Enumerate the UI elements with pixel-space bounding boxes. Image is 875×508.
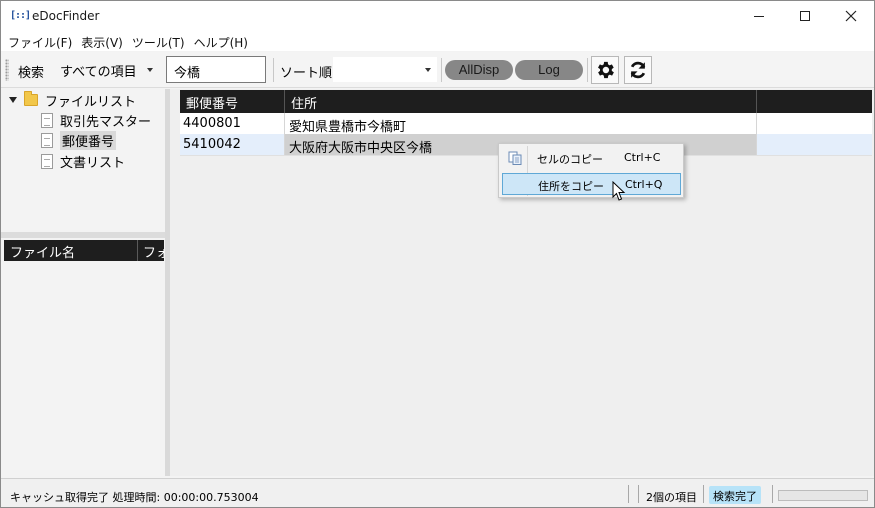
grid-header: 郵便番号 住所 (180, 90, 872, 113)
menu-item-label: セルのコピー (537, 153, 603, 166)
gear-icon (598, 61, 614, 79)
search-scope-value: すべての項目 (60, 65, 137, 80)
search-label: 検索 (18, 66, 45, 81)
cell-postal-code[interactable]: 4400801 (180, 113, 285, 134)
column-header-folder[interactable]: フォルダ (143, 242, 164, 261)
status-badge: 検索完了 (709, 486, 761, 504)
refresh-button[interactable] (624, 56, 652, 84)
menu-tools[interactable]: ツール(T) (129, 31, 189, 51)
table-row[interactable]: 4400801 愛知県豊橋市今橋町 (180, 113, 872, 135)
files-header: ファイル名 フォルダ (4, 240, 164, 261)
minimize-icon (754, 15, 764, 17)
tree-item-document-list[interactable]: 文書リスト (41, 151, 125, 171)
document-icon (41, 132, 53, 148)
progress-bar (778, 490, 868, 501)
sort-order-dropdown[interactable] (333, 57, 437, 82)
toolbar-divider (441, 58, 442, 82)
title-bar: [::] eDocFinder (1, 1, 874, 31)
menu-file[interactable]: ファイル(F) (5, 31, 76, 51)
status-divider (772, 485, 773, 503)
cell-address[interactable]: 愛知県豊橋市今橋町 (285, 113, 757, 135)
copy-icon (508, 151, 522, 165)
search-input[interactable] (166, 56, 266, 83)
sort-label: ソート順 (280, 66, 333, 81)
column-header-address[interactable]: 住所 (285, 90, 757, 113)
window-title: eDocFinder (32, 9, 100, 23)
context-menu: セルのコピー Ctrl+C 住所をコピー Ctrl+Q (498, 143, 684, 198)
status-bar: キャッシュ取得完了 処理時間: 00:00:00.753004 2個の項目 検索… (1, 478, 874, 507)
tree-item-postal-code[interactable]: 郵便番号 (41, 130, 117, 150)
mouse-pointer-icon (612, 181, 626, 201)
app-logo-icon: [::] (10, 10, 31, 21)
close-icon (845, 10, 857, 22)
file-list-tree: ファイルリスト 取引先マスター 郵便番号 文書リスト (1, 89, 165, 232)
document-icon (41, 153, 53, 169)
folder-icon (24, 91, 38, 106)
toolbar-divider (273, 58, 274, 82)
menu-help[interactable]: ヘルプ(H) (191, 31, 252, 51)
tree-root-file-list[interactable]: ファイルリスト (9, 90, 136, 110)
cell-postal-code[interactable]: 5410042 (180, 134, 285, 155)
tree-item-label: 取引先マスター (60, 114, 152, 130)
expand-toggle-icon[interactable] (9, 97, 17, 103)
tree-item-label: 文書リスト (60, 155, 126, 171)
menu-item-shortcut: Ctrl+Q (625, 178, 663, 191)
column-divider[interactable] (137, 240, 138, 261)
minimize-button[interactable] (736, 1, 782, 31)
status-message: キャッシュ取得完了 処理時間: 00:00:00.753004 (10, 491, 259, 504)
files-list: ファイル名 フォルダ (1, 238, 165, 476)
menu-view[interactable]: 表示(V) (78, 31, 127, 51)
chevron-down-icon (147, 68, 153, 72)
toolbar-divider (587, 58, 588, 82)
column-header-filename[interactable]: ファイル名 (10, 242, 75, 261)
maximize-button[interactable] (782, 1, 828, 31)
log-button[interactable]: Log (515, 60, 583, 80)
document-icon (41, 112, 53, 128)
toolbar: 検索 すべての項目 ソート順 AllDisp Log (1, 52, 874, 88)
app-window: [::] eDocFinder ファイル(F) 表示(V) ツール(T) ヘルプ… (0, 0, 875, 508)
menu-item-shortcut: Ctrl+C (624, 151, 661, 164)
status-divider (628, 485, 629, 503)
tree-root-label: ファイルリスト (45, 94, 137, 110)
tree-item-label: 郵便番号 (60, 130, 117, 150)
item-count: 2個の項目 (646, 491, 697, 504)
copy-cell-menu-item[interactable]: セルのコピー Ctrl+C (502, 147, 681, 169)
close-button[interactable] (828, 1, 874, 31)
status-divider (703, 485, 704, 503)
status-divider (638, 485, 639, 503)
refresh-icon (630, 61, 646, 79)
maximize-icon (800, 11, 810, 21)
column-header-postal-code[interactable]: 郵便番号 (180, 90, 285, 113)
alldisp-button[interactable]: AllDisp (445, 60, 513, 80)
chevron-down-icon (425, 68, 431, 72)
copy-address-menu-item[interactable]: 住所をコピー Ctrl+Q (502, 173, 681, 195)
menu-bar: ファイル(F) 表示(V) ツール(T) ヘルプ(H) (1, 31, 874, 51)
search-scope-dropdown[interactable]: すべての項目 (55, 57, 159, 82)
settings-button[interactable] (591, 56, 619, 84)
tree-item-customer-master[interactable]: 取引先マスター (41, 110, 151, 130)
toolbar-grip[interactable] (5, 59, 9, 81)
menu-item-label: 住所をコピー (538, 180, 604, 193)
